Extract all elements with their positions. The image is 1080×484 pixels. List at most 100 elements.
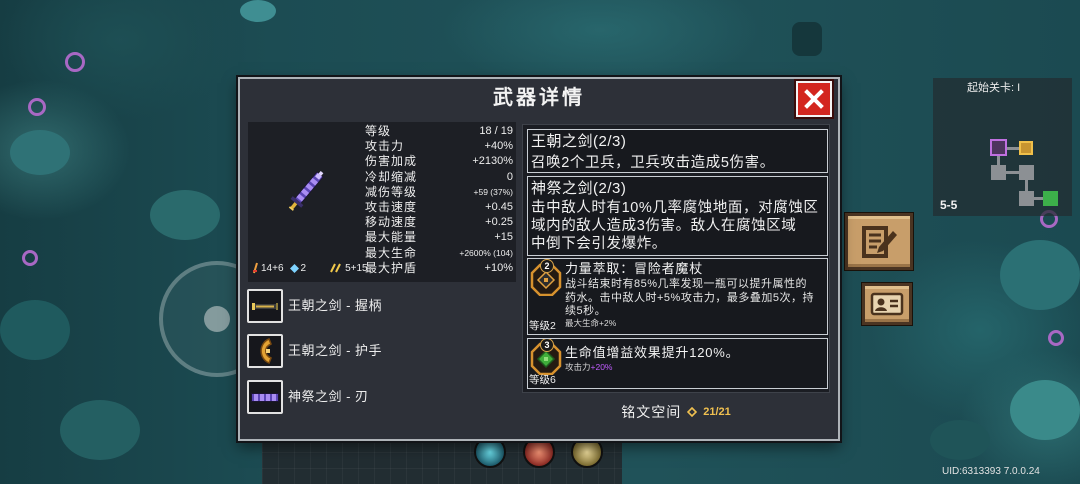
stat-value: 0: [506, 170, 513, 183]
minimap-room-portal: [1043, 191, 1058, 206]
set-bonus-title: 神祭之剑(2/3): [531, 180, 627, 197]
stat-label: 等级: [365, 124, 392, 138]
inscription-badge: 2: [540, 259, 554, 273]
bush: [150, 190, 220, 240]
stat-value: 18 / 19: [479, 125, 513, 137]
weapon-stats-panel: 等级 18 / 19 攻击力 +40% 伤害加成 +2130% 冷却缩减 0 减伤等级 +…: [248, 122, 516, 282]
stat-value: +15: [494, 231, 513, 244]
inscription-space-value: 21/21: [703, 406, 731, 418]
part-item-blade[interactable]: 神祭之剑 - 刃: [247, 380, 487, 414]
stat-label: 攻击速度: [365, 199, 418, 214]
profile-card-button[interactable]: [862, 283, 912, 325]
stat-row-max-shield: 最大护盾 +10%: [365, 261, 513, 276]
part-icon-box: [247, 334, 283, 368]
inscription-extra: 最大生命+2%: [565, 318, 617, 328]
minimap-title: 起始关卡: I: [967, 82, 1021, 94]
stat-label: 最大生命: [365, 245, 418, 260]
inscription-level: 等级6: [529, 374, 556, 386]
effects-panel: 王朝之剑(2/3) 召唤2个卫兵，卫兵攻击造成5伤害。 神祭之剑(2/3) 击中…: [522, 124, 830, 393]
inscription-title: 生命值增益效果提升120%。: [565, 345, 740, 360]
weapon-stats-list: 等级 18 / 19 攻击力 +40% 伤害加成 +2130% 冷却缩减 0 减伤等级 +…: [365, 124, 513, 276]
part-label: 王朝之剑 - 握柄: [288, 298, 383, 313]
part-icon-box: [247, 380, 283, 414]
gold-diamond-icon: [687, 407, 698, 417]
minimap-room-player: [1019, 141, 1033, 155]
pink-swirl-plant: [22, 250, 38, 266]
stat-label: 攻击力: [365, 139, 405, 154]
stat-label: 最大护盾: [365, 260, 418, 275]
part-item-hilt[interactable]: 王朝之剑 - 握柄: [247, 289, 487, 323]
purple-sword-icon: [288, 170, 324, 211]
stat-label: 冷却缩减: [365, 169, 418, 184]
minimap-room: [1019, 165, 1034, 180]
inscription-entry: 2 等级2 力量萃取：冒险者魔杖 战斗结束时有85%几率发现一瓶可以提升属性的 …: [527, 258, 828, 335]
crystal-icon: [289, 263, 299, 273]
sword-hilt-icon: [252, 303, 278, 310]
minimap-room-start: [990, 139, 1007, 156]
stat-value: +0.25: [485, 216, 513, 229]
stat-row-damage-bonus: 伤害加成 +2130%: [365, 154, 513, 169]
stat-row-level: 等级 18 / 19: [365, 124, 513, 139]
stat-value: +0.45: [485, 200, 513, 213]
footer-item-crystal: 2: [289, 262, 307, 274]
stat-value: +40%: [484, 140, 513, 153]
stat-row-max-energy: 最大能量 +15: [365, 230, 513, 245]
stat-label: 伤害加成: [365, 154, 418, 169]
pink-swirl-plant: [28, 98, 46, 116]
set-bonus-sacrifice: 神祭之剑(2/3) 击中敌人时有10%几率腐蚀地面，对腐蚀区 域内的敌人造成3伤…: [527, 176, 828, 256]
footer-item-power: 14+6: [252, 262, 284, 274]
inscription-title: 力量萃取：冒险者魔杖: [565, 261, 704, 276]
energy-streak-icon: [330, 263, 341, 273]
inscription-line: 续5秒。: [565, 305, 607, 317]
sword-guard-icon: [260, 338, 272, 365]
inscription-icon[interactable]: 3: [530, 339, 562, 376]
inscription-extra: 攻击力+20%: [565, 362, 613, 372]
set-bonus-line: 中倒下会引发爆炸。: [531, 236, 667, 252]
stat-row-damage-reduction: 减伤等级 +59 (37%): [365, 185, 513, 200]
minimap-room: [991, 165, 1006, 180]
sword-blade-icon: [251, 393, 279, 402]
footer-energy-text: 5+15: [345, 262, 368, 274]
stat-row-move-speed: 移动速度 +0.25: [365, 215, 513, 230]
game-screen: 武器详情 等级 18 / 19 攻击力 +40% 伤害加成 +2130% 冷却缩…: [0, 0, 1080, 484]
inscription-line: 战斗结束时有85%几率发现一瓶可以提升属性的: [565, 278, 808, 290]
inscription-icon[interactable]: 2: [530, 259, 562, 297]
joystick-knob[interactable]: [204, 306, 230, 332]
bush: [1010, 380, 1080, 440]
stat-value: +10%: [484, 261, 513, 274]
stat-label: 移动速度: [365, 215, 418, 230]
inscription-space-label: 铭文空间: [621, 404, 682, 420]
bush: [60, 400, 140, 460]
footer-power-text: 14+6: [261, 262, 284, 274]
inscription-extra-value: +20%: [590, 362, 613, 372]
stat-row-attack-speed: 攻击速度 +0.45: [365, 200, 513, 215]
bush: [240, 0, 276, 22]
uid-version-text: UID:6313393 7.0.0.24: [942, 466, 1040, 477]
stat-value: +2130%: [472, 155, 513, 168]
set-bonus-line: 域内的敌人造成3伤害。敌人在腐蚀区域: [531, 218, 797, 234]
notepad-edit-icon: [862, 225, 897, 258]
stat-label: 最大能量: [365, 230, 418, 245]
sword-power-icon: [253, 262, 258, 274]
close-x-icon: [804, 89, 824, 109]
bush: [10, 130, 70, 175]
close-button[interactable]: [796, 81, 832, 117]
bush: [0, 300, 70, 360]
set-bonus-line: 击中敌人时有10%几率腐蚀地面，对腐蚀区: [531, 200, 819, 216]
bush: [792, 22, 822, 56]
bush: [1000, 240, 1080, 310]
set-bonus-title: 王朝之剑(2/3): [531, 133, 627, 150]
inscription-extra-label: 攻击力: [565, 362, 591, 372]
set-bonus-dynasty: 王朝之剑(2/3) 召唤2个卫兵，卫兵攻击造成5伤害。: [527, 129, 828, 173]
stat-label: 减伤等级: [365, 184, 418, 199]
minimap-stage-label: 5-5: [940, 198, 958, 212]
weapon-detail-dialog: 武器详情 等级 18 / 19 攻击力 +40% 伤害加成 +2130% 冷却缩…: [238, 77, 840, 441]
inscription-line: 药水。击中敌人时+5%攻击力，最多叠加5次，持: [565, 291, 814, 304]
pink-swirl-plant: [1048, 330, 1064, 346]
part-label: 神祭之剑 - 刃: [288, 389, 369, 404]
footer-crystal-text: 2: [300, 262, 307, 274]
minimap[interactable]: 起始关卡: I 5-5: [933, 78, 1072, 216]
edit-notes-button[interactable]: [845, 213, 913, 270]
part-item-guard[interactable]: 王朝之剑 - 护手: [247, 334, 487, 368]
stat-value: +59 (37%): [473, 186, 513, 197]
